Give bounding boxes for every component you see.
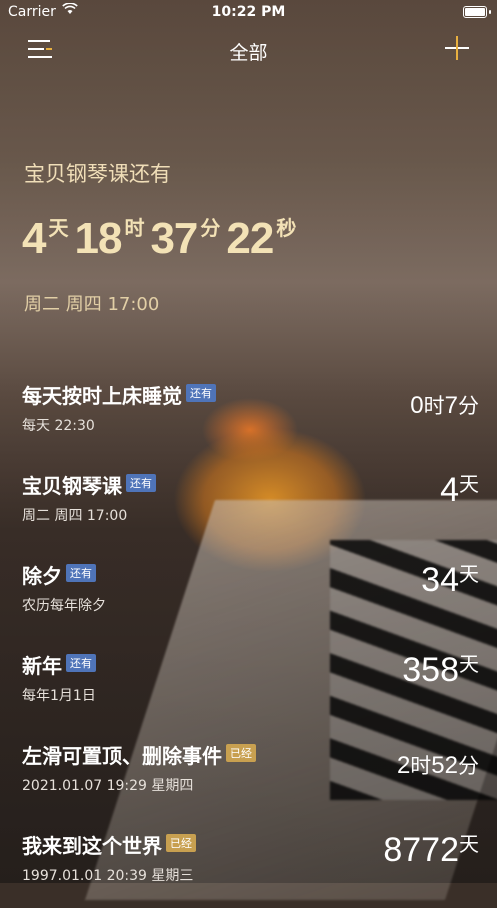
- value-number: 8772: [383, 831, 459, 869]
- countdown-minutes: 37: [150, 214, 198, 263]
- event-name: 左滑可置顶、删除事件: [22, 744, 222, 768]
- battery-icon: [463, 6, 487, 18]
- status-badge: 已经: [226, 744, 256, 762]
- hero-title: 宝贝钢琴课还有: [24, 162, 171, 186]
- value-number: 2: [396, 752, 411, 779]
- event-schedule: 每年1月1日: [22, 688, 96, 704]
- countdown-days-unit: 天: [48, 216, 69, 240]
- nav-bar: 全部: [0, 30, 497, 70]
- value-number: 358: [402, 651, 459, 689]
- countdown-hours: 18: [74, 214, 122, 263]
- event-name: 每天按时上床睡觉: [22, 384, 182, 408]
- value-number: 7: [444, 392, 458, 419]
- event-date: 1997.01.01 20:39 星期三: [22, 868, 194, 884]
- countdown-minutes-unit: 分: [200, 216, 221, 240]
- status-badge: 还有: [126, 474, 156, 492]
- page-title[interactable]: 全部: [0, 38, 497, 65]
- value-unit: 时: [410, 754, 432, 778]
- event-elapsed: 8772天: [383, 828, 479, 870]
- value-unit: 分: [458, 394, 479, 418]
- status-bar: Carrier 10:22 PM: [0, 0, 497, 26]
- value-unit: 分: [458, 754, 479, 778]
- list-item[interactable]: 宝贝钢琴课 还有 周二 周四 17:00 4天: [0, 460, 497, 548]
- event-name: 除夕: [22, 564, 62, 588]
- hero-countdown: 4 天 18 时 37 分 22 秒: [22, 212, 302, 264]
- countdown-seconds-unit: 秒: [276, 216, 297, 240]
- value-unit: 天: [459, 562, 479, 586]
- value-number: 34: [421, 561, 459, 599]
- value-unit: 天: [459, 652, 479, 676]
- event-date: 2021.01.07 19:29 星期四: [22, 778, 194, 794]
- value-number: 0: [410, 392, 424, 419]
- status-badge: 还有: [66, 564, 96, 582]
- list-item[interactable]: 每天按时上床睡觉 还有 每天 22:30 0时7分: [0, 370, 497, 458]
- event-name: 宝贝钢琴课: [22, 474, 122, 498]
- list-item[interactable]: 新年 还有 每年1月1日 358天: [0, 640, 497, 728]
- countdown-seconds: 22: [226, 214, 274, 263]
- value-unit: 时: [423, 394, 445, 418]
- add-event-icon[interactable]: [445, 36, 469, 60]
- event-remaining: 4天: [440, 468, 479, 510]
- list-item[interactable]: 左滑可置顶、删除事件 已经 2021.01.07 19:29 星期四 2时52分: [0, 730, 497, 818]
- event-remaining: 358天: [402, 648, 479, 690]
- value-unit: 天: [459, 832, 479, 856]
- list-item[interactable]: 除夕 还有 农历每年除夕 34天: [0, 550, 497, 638]
- battery-tip: [489, 10, 491, 14]
- event-remaining: 34天: [421, 558, 479, 600]
- value-unit: 天: [459, 472, 479, 496]
- countdown-hours-unit: 时: [124, 216, 145, 240]
- hero-schedule: 周二 周四 17:00: [24, 294, 160, 315]
- list-item[interactable]: 我来到这个世界 已经 1997.01.01 20:39 星期三 8772天: [0, 820, 497, 908]
- clock: 10:22 PM: [211, 4, 286, 20]
- event-name: 新年: [22, 654, 62, 678]
- event-schedule: 农历每年除夕: [22, 598, 106, 614]
- status-badge: 还有: [186, 384, 216, 402]
- event-schedule: 每天 22:30: [22, 418, 95, 434]
- event-elapsed: 2时52分: [397, 750, 479, 780]
- event-name: 我来到这个世界: [22, 834, 162, 858]
- value-number: 52: [431, 752, 458, 779]
- value-number: 4: [440, 471, 459, 509]
- event-remaining: 0时7分: [410, 390, 479, 420]
- status-badge: 还有: [66, 654, 96, 672]
- status-badge: 已经: [166, 834, 196, 852]
- event-schedule: 周二 周四 17:00: [22, 508, 128, 524]
- countdown-days: 4: [22, 214, 47, 263]
